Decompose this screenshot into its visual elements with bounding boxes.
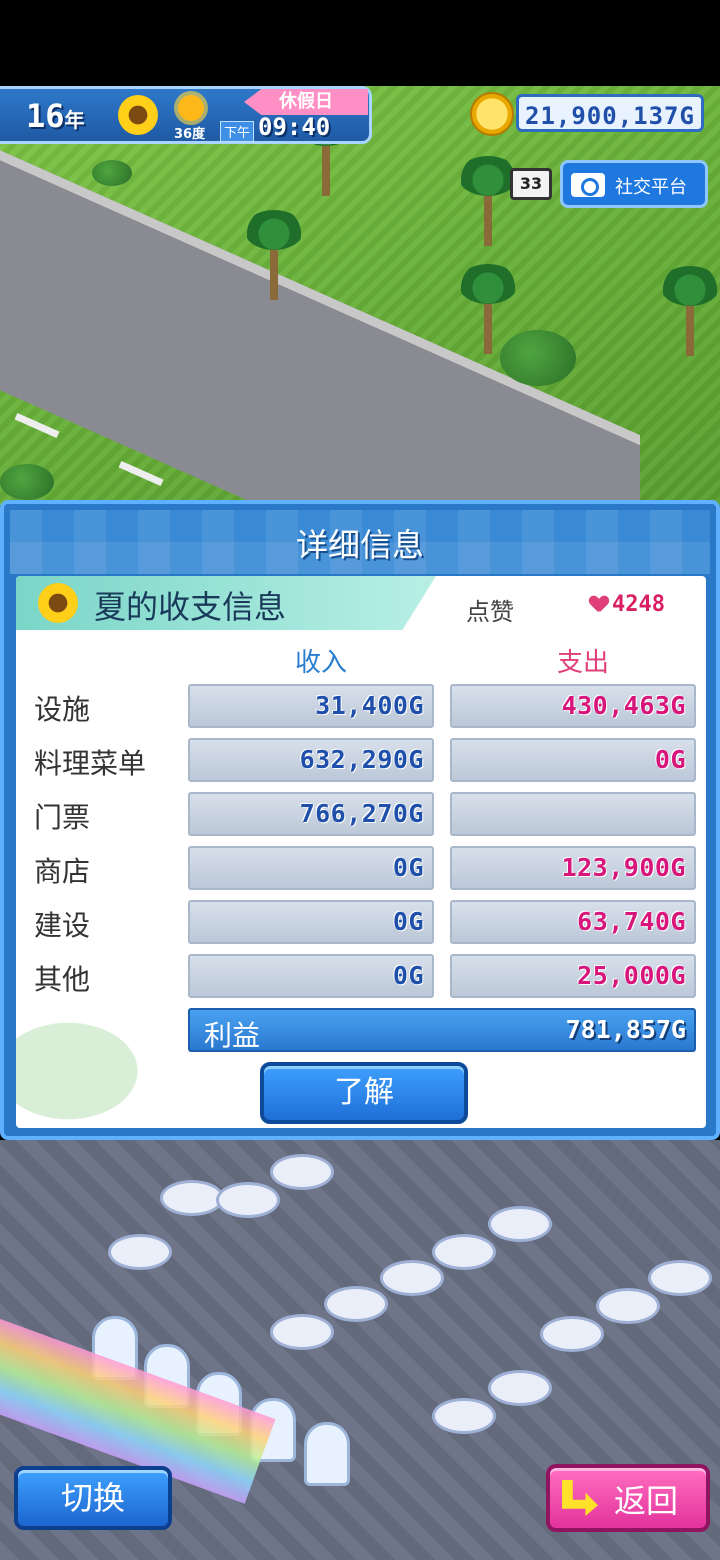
row-label-shops: 商店	[34, 855, 91, 888]
profit-label: 利益	[204, 1019, 261, 1052]
back-arrow-icon	[562, 1480, 598, 1516]
coin-icon	[470, 92, 514, 136]
income-menu: 632,290G	[188, 738, 434, 782]
season-title: 夏的收支信息	[94, 588, 287, 626]
leaf-decoration	[16, 996, 176, 1128]
expense-menu: 0G	[450, 738, 696, 782]
cafe-table	[216, 1182, 280, 1218]
cafe-table	[380, 1260, 444, 1296]
expense-construction: 63,740G	[450, 900, 696, 944]
temperature: 36度	[174, 127, 206, 142]
palm-tree	[660, 266, 720, 356]
switch-button[interactable]: 切换	[14, 1466, 172, 1530]
income-construction: 0G	[188, 900, 434, 944]
likes-value: 4248	[612, 592, 665, 617]
clock-time: 09:40	[258, 113, 331, 141]
row-label-other: 其他	[34, 963, 91, 996]
camera-icon	[571, 173, 605, 197]
palm-tree	[244, 210, 304, 300]
cafe-table	[160, 1180, 224, 1216]
cafe-table	[488, 1206, 552, 1242]
cafe-table	[432, 1398, 496, 1434]
cafe-table	[270, 1314, 334, 1350]
cafe-table	[596, 1288, 660, 1324]
panel-body: 夏的收支信息 点赞 4248 收入 支出 设施 31,400G 430,463G…	[16, 576, 706, 1128]
bush	[500, 330, 576, 386]
cafe-table	[324, 1286, 388, 1322]
expense-facilities: 430,463G	[450, 684, 696, 728]
bush	[0, 464, 54, 500]
income-other: 0G	[188, 954, 434, 998]
social-platform-button[interactable]: 社交平台	[560, 160, 708, 208]
palm-tree	[458, 156, 518, 246]
calendar-icon[interactable]: 33	[510, 168, 552, 200]
sunflower-icon	[118, 95, 158, 135]
profit-value: 781,857G	[565, 1015, 686, 1044]
holiday-badge: 休假日	[244, 89, 368, 115]
cafe-table	[648, 1260, 712, 1296]
social-platform-label: 社交平台	[615, 177, 687, 198]
panel-title: 详细信息	[295, 526, 424, 564]
cafe-table	[108, 1234, 172, 1270]
back-label: 返回	[614, 1482, 679, 1520]
expense-shops: 123,900G	[450, 846, 696, 890]
expense-header: 支出	[556, 648, 609, 678]
sunflower-icon	[38, 583, 78, 623]
game-world-top[interactable]	[0, 86, 720, 506]
year-number: 16	[26, 97, 65, 135]
cafe-table	[540, 1316, 604, 1352]
expense-tickets	[450, 792, 696, 836]
merlion-statue	[304, 1422, 350, 1486]
status-bar-area	[0, 0, 720, 86]
hud-date-time: 16年 36度 下午 09:40 休假日	[0, 86, 372, 144]
cafe-table	[488, 1370, 552, 1406]
learn-button[interactable]: 了解	[260, 1062, 468, 1124]
year-display: 16年	[26, 97, 85, 135]
income-tickets: 766,270G	[188, 792, 434, 836]
row-label-menu: 料理菜单	[34, 747, 147, 780]
income-header: 收入	[294, 648, 347, 678]
back-button[interactable]: 返回	[546, 1464, 710, 1532]
ampm-label: 下午	[220, 121, 255, 142]
likes-label: 点赞	[466, 598, 514, 626]
heart-icon	[590, 596, 608, 612]
row-label-tickets: 门票	[34, 801, 91, 834]
sun-icon	[178, 95, 204, 121]
expense-other: 25,000G	[450, 954, 696, 998]
detail-info-panel: 详细信息 夏的收支信息 点赞 4248 收入 支出 设施 31,400G 430…	[0, 500, 720, 1140]
profit-bar: 利益 781,857G	[188, 1008, 696, 1052]
bush	[92, 160, 132, 186]
row-label-facilities: 设施	[34, 693, 91, 726]
road-marking	[118, 460, 164, 487]
cafe-table	[270, 1154, 334, 1190]
income-shops: 0G	[188, 846, 434, 890]
row-label-construction: 建设	[34, 909, 91, 942]
road-marking	[14, 412, 60, 439]
cafe-table	[432, 1234, 496, 1270]
income-facilities: 31,400G	[188, 684, 434, 728]
money-value: 21,900,137G	[516, 94, 704, 132]
year-unit: 年	[64, 108, 85, 132]
money-display: 21,900,137G	[470, 88, 716, 138]
